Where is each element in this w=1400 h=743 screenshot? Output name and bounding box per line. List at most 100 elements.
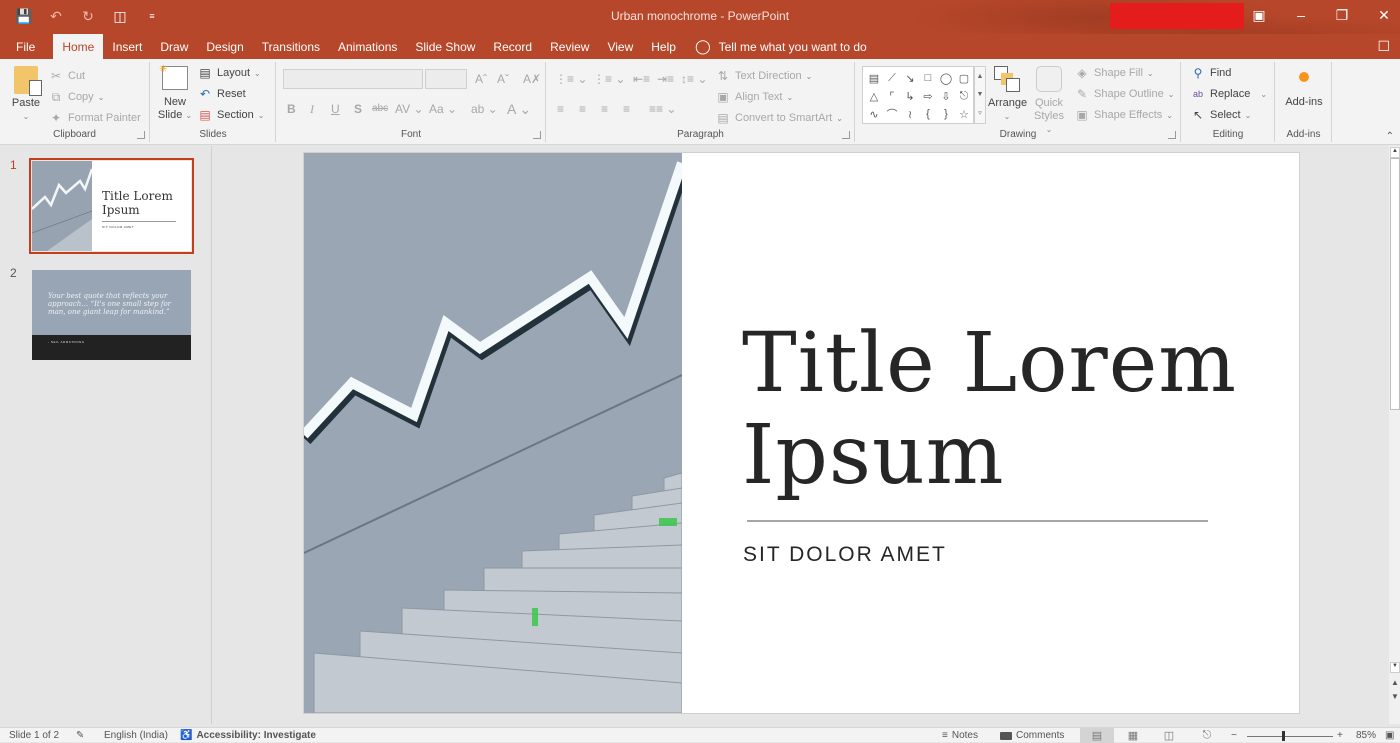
next-slide-icon[interactable]: ▼	[1391, 692, 1399, 701]
spell-check-icon[interactable]: ✎	[76, 730, 84, 741]
font-name-combo[interactable]	[283, 69, 423, 89]
zoom-out-icon[interactable]: −	[1231, 730, 1237, 741]
elbow-connector-shape-icon[interactable]: ⌜	[883, 87, 901, 105]
shapes-gallery-scroll[interactable]: ▲ ▼ ▿	[974, 66, 986, 124]
align-left-icon[interactable]: ≡	[557, 102, 564, 116]
tab-record[interactable]: Record	[484, 34, 541, 59]
text-direction-button[interactable]: ⇅ Text Direction ⌄	[715, 68, 812, 84]
numbering-icon[interactable]: ⋮≡ ⌄	[593, 72, 625, 86]
arc-shape-icon[interactable]: ⌒	[883, 105, 901, 123]
shape-fill-button[interactable]: ◈ Shape Fill ⌄	[1074, 65, 1153, 81]
increase-font-size-icon[interactable]: Aˆ	[475, 72, 487, 86]
reading-view-icon[interactable]: ◫	[1152, 728, 1186, 743]
slide-thumbnail-2[interactable]: Your best quote that reflects your appro…	[32, 270, 191, 360]
minimize-icon[interactable]: –	[1287, 4, 1315, 26]
close-icon[interactable]: ✕	[1370, 4, 1398, 26]
layout-button[interactable]: ▤ Layout ⌄	[197, 65, 260, 81]
tab-file[interactable]: File	[0, 34, 53, 59]
dialog-launcher-icon[interactable]	[1168, 131, 1176, 139]
reset-button[interactable]: ↶ Reset	[197, 86, 246, 102]
dialog-launcher-icon[interactable]	[137, 131, 145, 139]
line-shape-icon[interactable]: ⟋	[883, 69, 901, 87]
more-icon[interactable]: ▿	[978, 109, 982, 117]
convert-smartart-button[interactable]: ▤ Convert to SmartArt ⌄	[715, 110, 843, 126]
tab-slide-show[interactable]: Slide Show	[406, 34, 484, 59]
triangle-shape-icon[interactable]: △	[865, 87, 883, 105]
language-indicator[interactable]: English (India)	[104, 730, 168, 741]
scroll-down-arrow-icon[interactable]: ▼	[1390, 662, 1400, 673]
scribble-shape-icon[interactable]: ∿	[865, 105, 883, 123]
slide-show-view-icon[interactable]: ⎋	[1190, 728, 1224, 743]
left-brace-shape-icon[interactable]: {	[919, 105, 937, 123]
scrollbar-thumb[interactable]	[1390, 158, 1400, 410]
align-right-icon[interactable]: ≡	[601, 102, 608, 116]
tab-design[interactable]: Design	[197, 34, 252, 59]
elbow-arrow-shape-icon[interactable]: ↳	[901, 87, 919, 105]
align-center-icon[interactable]: ≡	[579, 102, 586, 116]
new-slide-button[interactable]: ✳ New Slide ⌄	[157, 64, 193, 122]
ribbon-display-options-icon[interactable]: ▣	[1245, 4, 1273, 26]
arrow-line-shape-icon[interactable]: ↘	[901, 69, 919, 87]
comments-icon[interactable]: ☐	[1377, 38, 1390, 55]
tab-review[interactable]: Review	[541, 34, 598, 59]
decrease-indent-icon[interactable]: ⇤≡	[633, 72, 650, 86]
addins-button[interactable]: Add-ins	[1280, 72, 1328, 109]
columns-icon[interactable]: ≡≡ ⌄	[649, 102, 676, 116]
section-button[interactable]: ▤ Section ⌄	[197, 107, 264, 123]
increase-indent-icon[interactable]: ⇥≡	[657, 72, 674, 86]
collapse-ribbon-icon[interactable]: ⌃	[1386, 131, 1394, 142]
zoom-in-icon[interactable]: +	[1337, 730, 1343, 741]
scroll-down-icon[interactable]: ▼	[977, 91, 984, 98]
rounded-rectangle-shape-icon[interactable]: ▢	[955, 69, 973, 87]
tab-animations[interactable]: Animations	[329, 34, 406, 59]
decrease-font-size-icon[interactable]: Aˇ	[497, 72, 509, 86]
tab-insert[interactable]: Insert	[103, 34, 151, 59]
italic-icon[interactable]: I	[310, 102, 314, 117]
zoom-slider-track[interactable]	[1247, 736, 1333, 737]
replace-button[interactable]: ab Replace ⌄	[1190, 86, 1267, 102]
arrange-button[interactable]: Arrange ⌄	[988, 66, 1027, 123]
slide-subtitle[interactable]: SIT DOLOR AMET	[743, 543, 947, 567]
accessibility-button[interactable]: ♿ Accessibility: Investigate	[180, 730, 316, 741]
text-shadow-icon[interactable]: S	[354, 102, 362, 116]
underline-icon[interactable]: U	[331, 102, 340, 116]
slide-thumbnail-1[interactable]: Title Lorem Ipsum SIT DOLOR AMET	[29, 158, 194, 254]
scroll-up-icon[interactable]: ▲	[977, 73, 984, 80]
font-color-icon[interactable]: A ⌄	[507, 101, 531, 118]
align-text-button[interactable]: ▣ Align Text ⌄	[715, 89, 793, 105]
slide-title[interactable]: Title Lorem Ipsum	[742, 318, 1237, 502]
zoom-slider-thumb[interactable]	[1281, 731, 1285, 741]
slide-photo[interactable]	[304, 153, 682, 713]
notes-button[interactable]: ≡ Notes	[942, 730, 978, 741]
right-arrow-shape-icon[interactable]: ⇨	[919, 87, 937, 105]
star-shape-icon[interactable]: ☆	[955, 105, 973, 123]
oval-shape-icon[interactable]: ◯	[937, 69, 955, 87]
dialog-launcher-icon[interactable]	[533, 131, 541, 139]
rectangle-shape-icon[interactable]: □	[919, 69, 937, 87]
strikethrough-icon[interactable]: abc	[372, 103, 388, 114]
restore-icon[interactable]: ❐	[1328, 4, 1356, 26]
dialog-launcher-icon[interactable]	[842, 131, 850, 139]
cut-button[interactable]: ✂ Cut	[48, 68, 85, 84]
shapes-gallery[interactable]: ▤ ⟋ ↘ □ ◯ ▢ △ ⌜ ↳ ⇨ ⇩ ⎋ ∿ ⌒ ≀{} ☆	[862, 66, 974, 124]
change-case-icon[interactable]: Aa ⌄	[429, 102, 457, 116]
find-button[interactable]: ⚲ Find	[1190, 65, 1232, 81]
copy-button[interactable]: ⧉ Copy ⌄	[48, 89, 105, 105]
shape-effects-button[interactable]: ▣ Shape Effects ⌄	[1074, 107, 1173, 123]
tab-home[interactable]: Home	[53, 34, 104, 59]
tab-transitions[interactable]: Transitions	[253, 34, 329, 59]
select-button[interactable]: ↖ Select ⌄	[1190, 107, 1251, 123]
clear-formatting-icon[interactable]: A✗	[523, 72, 541, 86]
freeform-shape-icon[interactable]: ⎋	[955, 87, 973, 105]
scroll-up-arrow-icon[interactable]: ▲	[1390, 147, 1400, 158]
previous-slide-icon[interactable]: ▲	[1391, 678, 1399, 687]
line-spacing-icon[interactable]: ↕≡ ⌄	[681, 72, 707, 86]
shape-outline-button[interactable]: ✎ Shape Outline ⌄	[1074, 86, 1174, 102]
curve-shape-icon[interactable]: ≀	[901, 105, 919, 123]
tell-me-search[interactable]: ◯ Tell me what you want to do	[685, 34, 867, 59]
text-box-shape-icon[interactable]: ▤	[865, 69, 883, 87]
zoom-level[interactable]: 85%	[1356, 730, 1376, 741]
bold-icon[interactable]: B	[287, 102, 296, 116]
justify-icon[interactable]: ≡	[623, 102, 630, 116]
comments-button[interactable]: Comments	[1000, 730, 1064, 741]
